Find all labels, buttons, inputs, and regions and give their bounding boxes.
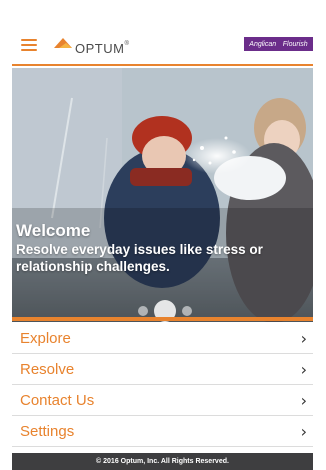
menu-item-label: Settings (20, 422, 75, 440)
menu-item-explore[interactable]: Explore › (12, 323, 313, 354)
menu-item-label: Contact Us (20, 391, 95, 409)
copyright-text: © 2016 Optum, Inc. All Rights Reserved. (96, 458, 229, 465)
menu-item-label: Resolve (20, 360, 75, 378)
partner-name-2: Flourish (282, 40, 308, 48)
partner-badge: Anglican Flourish (244, 37, 313, 51)
menu-item-resolve[interactable]: Resolve › (12, 354, 313, 385)
chevron-right-icon: › (300, 390, 307, 410)
accent-divider (12, 317, 313, 321)
hamburger-menu-icon[interactable] (21, 39, 37, 51)
optum-logo: OPTUM® (52, 30, 129, 58)
hero-photo (12, 68, 313, 322)
carousel-dot-3[interactable] (182, 306, 192, 316)
optum-logo-icon (54, 38, 72, 48)
hero-tagline: Resolve everyday issues like stress or r… (16, 242, 263, 274)
menu-item-settings[interactable]: Settings › (12, 416, 313, 447)
app-screen: OPTUM® Anglican Flourish Welcome Resolve… (12, 25, 313, 470)
hero-title: Welcome (16, 221, 91, 240)
main-menu: Explore › Resolve › Contact Us › Setting… (12, 323, 313, 447)
hero-banner: Welcome Resolve everyday issues like str… (12, 68, 313, 322)
app-header: OPTUM® Anglican Flourish (12, 25, 313, 66)
menu-item-label: Explore (20, 329, 71, 347)
chevron-right-icon: › (300, 359, 307, 379)
app-footer: © 2016 Optum, Inc. All Rights Reserved. (12, 453, 313, 470)
logo-wordmark: OPTUM® (75, 40, 130, 56)
partner-name-1: Anglican (249, 40, 277, 48)
chevron-right-icon: › (300, 328, 307, 348)
chevron-right-icon: › (300, 421, 307, 441)
carousel-dot-1[interactable] (138, 306, 148, 316)
menu-item-contact-us[interactable]: Contact Us › (12, 385, 313, 416)
